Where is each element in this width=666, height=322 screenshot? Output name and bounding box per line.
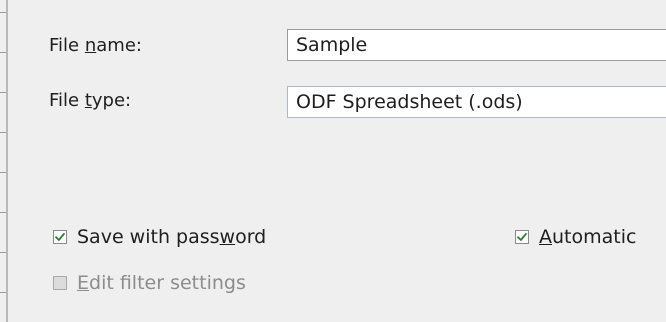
panel-edge-tick bbox=[0, 252, 6, 253]
panel-edge-tick bbox=[0, 92, 6, 93]
panel-edge-tick bbox=[0, 292, 6, 293]
panel-edge-tick bbox=[0, 212, 6, 213]
panel-edge-tick bbox=[0, 12, 6, 13]
edit-filter-settings-checkbox[interactable]: Edit filter settings bbox=[53, 272, 246, 294]
checkbox-unchecked-icon bbox=[53, 276, 67, 290]
check-mark-icon bbox=[53, 230, 67, 244]
panel-left-border bbox=[6, 0, 8, 322]
panel-edge-tick bbox=[0, 172, 6, 173]
save-with-password-checkbox[interactable]: Save with password bbox=[53, 226, 266, 248]
edit-filter-settings-label: Edit filter settings bbox=[77, 272, 246, 294]
file-name-input[interactable]: Sample bbox=[287, 29, 666, 61]
automatic-label: Automatic bbox=[539, 226, 637, 248]
file-name-value: Sample bbox=[296, 34, 368, 56]
save-with-password-label: Save with password bbox=[77, 226, 267, 248]
panel-edge-tick bbox=[0, 132, 6, 133]
file-type-select[interactable]: ODF Spreadsheet (.ods) bbox=[287, 86, 666, 118]
save-dialog-panel: File name: Sample File type: ODF Spreads… bbox=[0, 0, 666, 322]
automatic-checkbox[interactable]: Automatic bbox=[515, 226, 636, 248]
file-type-label: File type: bbox=[49, 90, 132, 111]
file-name-label: File name: bbox=[49, 35, 142, 56]
file-type-value: ODF Spreadsheet (.ods) bbox=[296, 91, 523, 113]
panel-edge-tick bbox=[0, 52, 6, 53]
check-mark-icon bbox=[515, 230, 529, 244]
